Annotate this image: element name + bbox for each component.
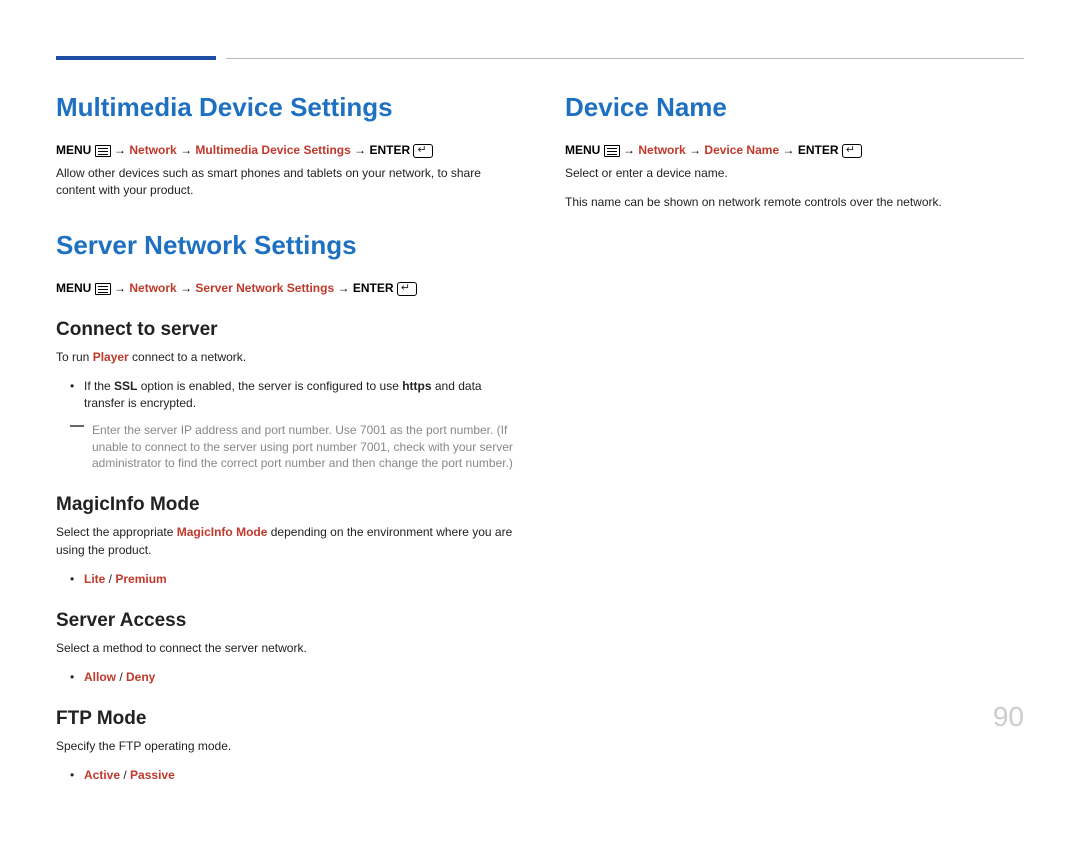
path-network: Network — [129, 281, 176, 295]
option-active: Active — [84, 768, 120, 782]
heading-device-name: Device Name — [565, 92, 1024, 123]
path-multimedia: MENU → Network → Multimedia Device Setti… — [56, 143, 515, 159]
menu-icon — [95, 283, 111, 297]
connect-note: Enter the server IP address and port num… — [70, 422, 515, 472]
ftp-desc: Specify the FTP operating mode. — [56, 738, 515, 755]
enter-icon — [842, 144, 862, 159]
content-columns: Multimedia Device Settings MENU → Networ… — [56, 92, 1024, 814]
menu-icon — [95, 145, 111, 159]
path-server-settings: Server Network Settings — [195, 281, 334, 295]
server-access-desc: Select a method to connect the server ne… — [56, 640, 515, 657]
enter-label: ENTER — [369, 143, 410, 157]
ssl-bullet-list: If the SSL option is enabled, the server… — [70, 378, 515, 412]
enter-label: ENTER — [798, 143, 839, 157]
arrow-icon: → — [180, 281, 195, 295]
player-label: Player — [93, 350, 129, 364]
device-name-desc1: Select or enter a device name. — [565, 165, 1024, 182]
section-multimedia: Multimedia Device Settings MENU → Networ… — [56, 92, 515, 200]
left-column: Multimedia Device Settings MENU → Networ… — [56, 92, 515, 814]
connect-desc: To run Player connect to a network. — [56, 349, 515, 366]
option-passive: Passive — [130, 768, 175, 782]
menu-label: MENU — [565, 143, 600, 157]
separator: / — [120, 768, 130, 782]
separator: / — [116, 670, 126, 684]
top-rule — [56, 56, 1024, 60]
subheading-connect: Connect to server — [56, 319, 515, 341]
enter-label: ENTER — [353, 281, 394, 295]
menu-icon — [604, 145, 620, 159]
arrow-icon: → — [180, 143, 195, 157]
subheading-ftp: FTP Mode — [56, 708, 515, 730]
server-access-options: Allow / Deny — [70, 669, 515, 686]
arrow-icon: → — [337, 281, 352, 295]
list-item: Allow / Deny — [70, 669, 515, 686]
text: option is enabled, the server is configu… — [137, 379, 402, 393]
section-device-name: Device Name MENU → Network → Device Name… — [565, 92, 1024, 212]
ssl-label: SSL — [114, 379, 137, 393]
arrow-icon: → — [782, 143, 797, 157]
https-label: https — [402, 379, 431, 393]
arrow-icon: → — [354, 143, 369, 157]
arrow-icon: → — [114, 143, 129, 157]
magicinfo-options: Lite / Premium — [70, 571, 515, 588]
note-text: Enter the server IP address and port num… — [92, 422, 515, 472]
path-device-name: Device Name — [704, 143, 779, 157]
path-network: Network — [129, 143, 176, 157]
list-item: Active / Passive — [70, 767, 515, 784]
page-number: 90 — [993, 701, 1024, 733]
option-allow: Allow — [84, 670, 116, 684]
enter-icon — [413, 144, 433, 159]
separator: / — [105, 572, 115, 586]
menu-label: MENU — [56, 143, 91, 157]
text: Select the appropriate — [56, 525, 177, 539]
menu-label: MENU — [56, 281, 91, 295]
dash-icon — [70, 425, 84, 427]
document-page: Multimedia Device Settings MENU → Networ… — [0, 0, 1080, 854]
list-item: If the SSL option is enabled, the server… — [70, 378, 515, 412]
enter-icon — [397, 282, 417, 297]
device-name-desc2: This name can be shown on network remote… — [565, 194, 1024, 211]
path-multimedia-settings: Multimedia Device Settings — [195, 143, 350, 157]
magicinfo-label: MagicInfo Mode — [177, 525, 268, 539]
text: To run — [56, 350, 93, 364]
text: connect to a network. — [129, 350, 246, 364]
ftp-options: Active / Passive — [70, 767, 515, 784]
arrow-icon: → — [114, 281, 129, 295]
text: If the — [84, 379, 114, 393]
path-server-network: MENU → Network → Server Network Settings… — [56, 281, 515, 297]
magicinfo-desc: Select the appropriate MagicInfo Mode de… — [56, 524, 515, 559]
section-server-network: Server Network Settings MENU → Network →… — [56, 230, 515, 784]
arrow-icon: → — [689, 143, 704, 157]
heading-multimedia: Multimedia Device Settings — [56, 92, 515, 123]
right-column: Device Name MENU → Network → Device Name… — [565, 92, 1024, 814]
path-device-name: MENU → Network → Device Name → ENTER — [565, 143, 1024, 159]
arrow-icon: → — [623, 143, 638, 157]
option-premium: Premium — [115, 572, 166, 586]
option-deny: Deny — [126, 670, 155, 684]
option-lite: Lite — [84, 572, 105, 586]
multimedia-desc: Allow other devices such as smart phones… — [56, 165, 515, 200]
path-network: Network — [638, 143, 685, 157]
subheading-server-access: Server Access — [56, 610, 515, 632]
subheading-magicinfo: MagicInfo Mode — [56, 494, 515, 516]
heading-server-network: Server Network Settings — [56, 230, 515, 261]
list-item: Lite / Premium — [70, 571, 515, 588]
